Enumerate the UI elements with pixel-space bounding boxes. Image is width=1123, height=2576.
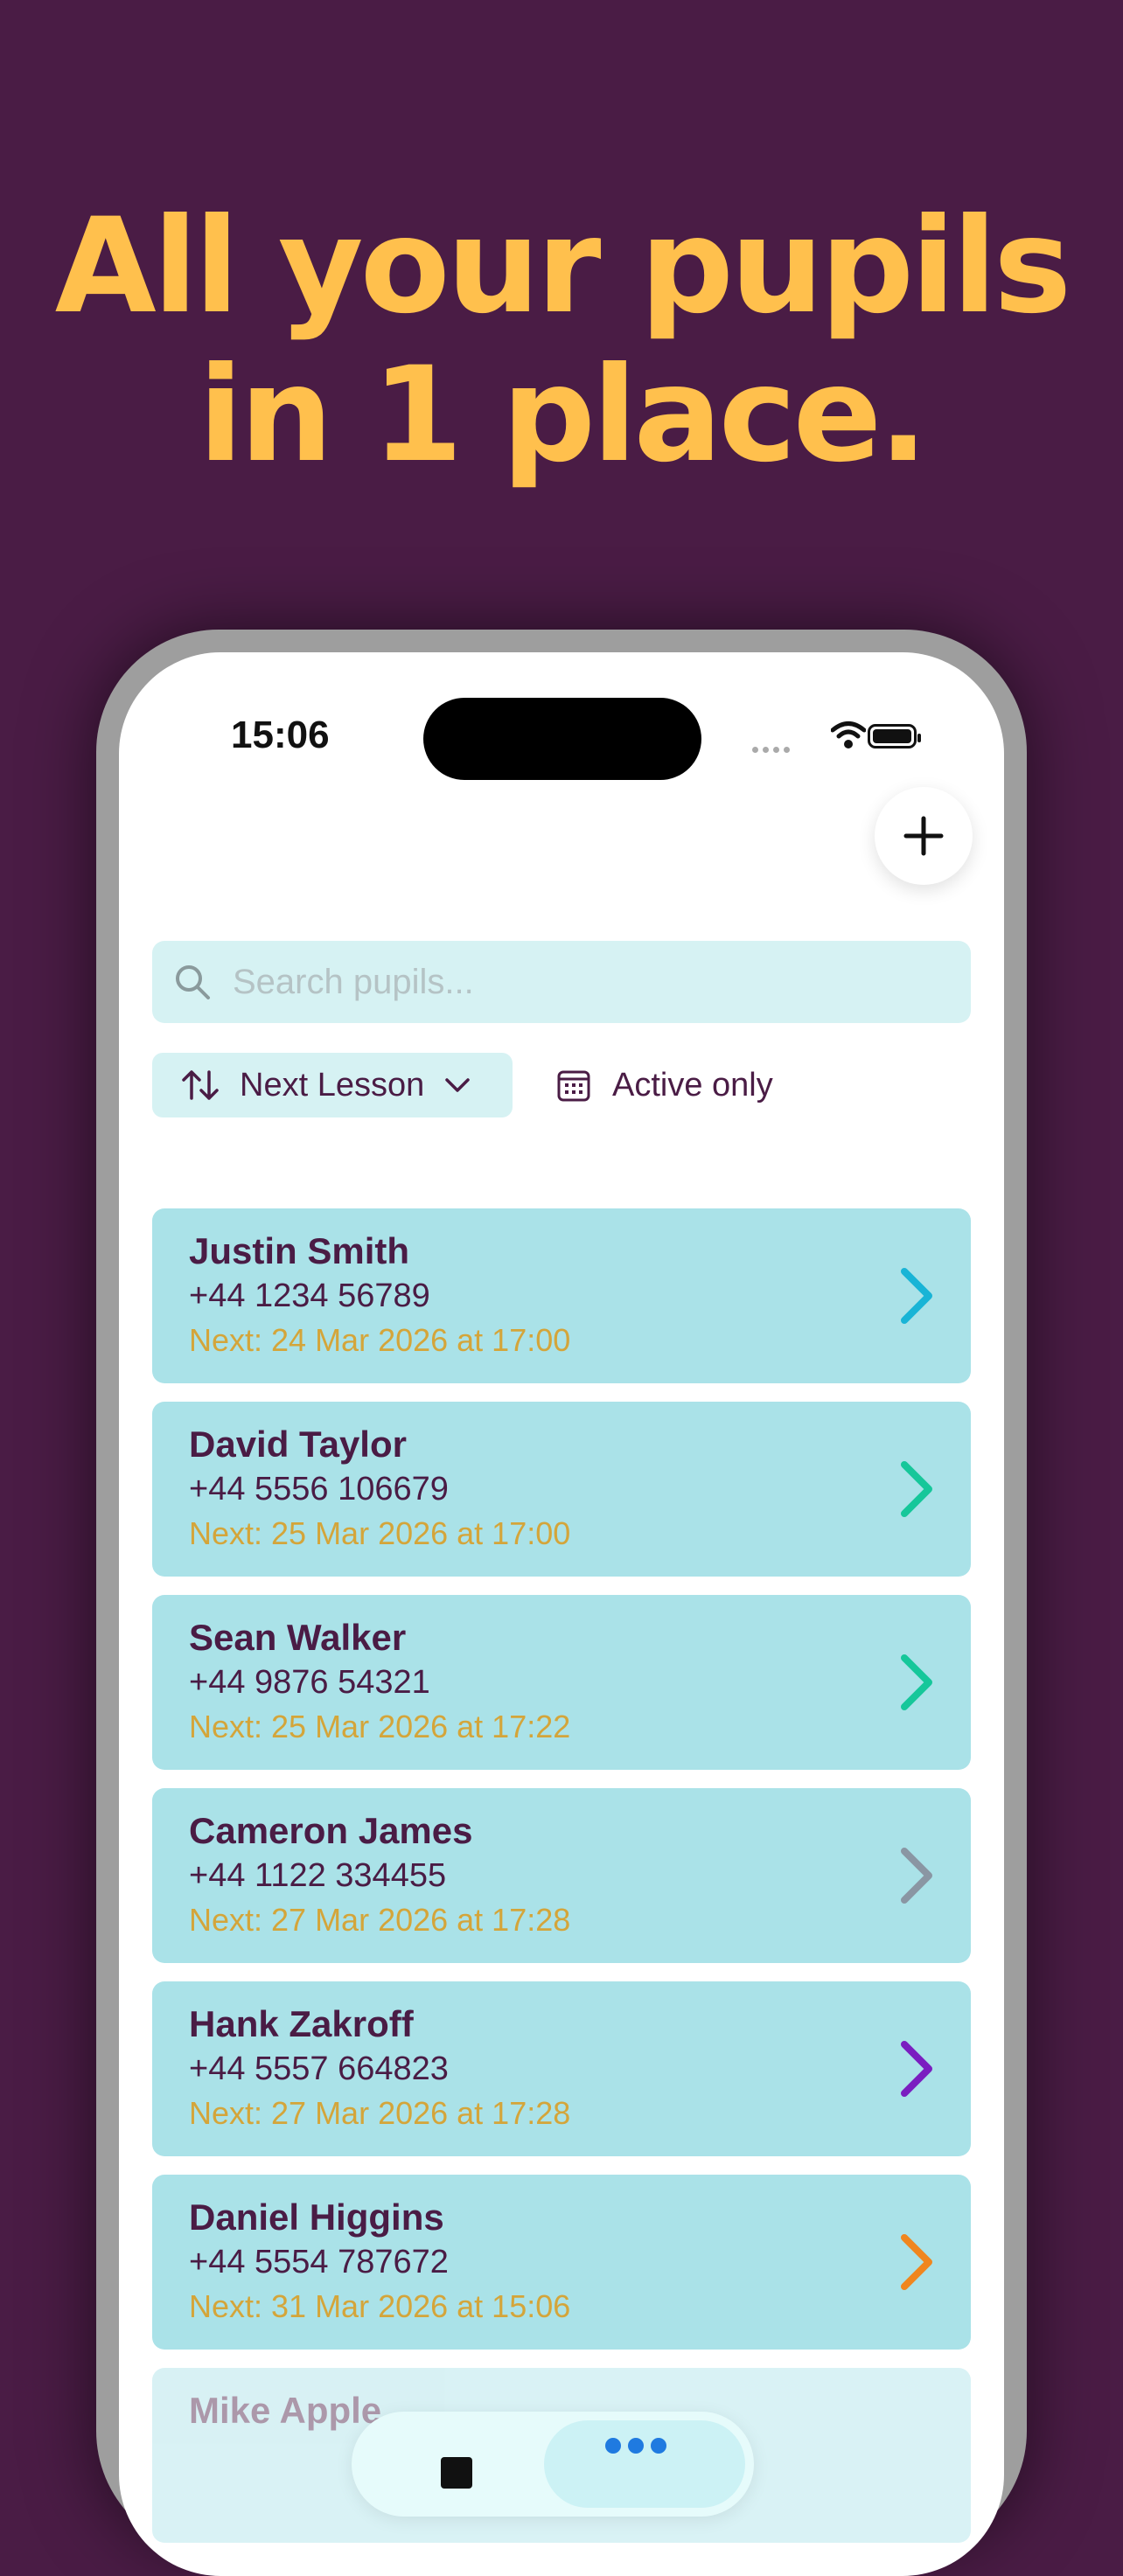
status-icons bbox=[752, 721, 927, 753]
tab-pupils[interactable] bbox=[544, 2420, 745, 2508]
pupil-phone: +44 5556 106679 bbox=[189, 1471, 449, 1507]
pupil-phone: +44 1234 56789 bbox=[189, 1278, 430, 1314]
pupil-next-lesson: Next: 27 Mar 2026 at 17:28 bbox=[189, 2095, 571, 2131]
pupil-card[interactable]: David Taylor +44 5556 106679 Next: 25 Ma… bbox=[152, 1402, 971, 1577]
sort-dropdown[interactable]: Next Lesson bbox=[152, 1053, 513, 1117]
chevron-right-icon bbox=[901, 1654, 932, 1710]
filter-label: Active only bbox=[612, 1066, 773, 1104]
phone-frame: 15:06 Search pupils... Next Lesson Activ… bbox=[96, 630, 1027, 2576]
pupil-name: Hank Zakroff bbox=[189, 2003, 414, 2044]
chevron-down-icon bbox=[445, 1078, 470, 1092]
pupil-next-lesson: Next: 25 Mar 2026 at 17:22 bbox=[189, 1709, 571, 1744]
pupil-name: Daniel Higgins bbox=[189, 2197, 444, 2238]
chevron-right-icon bbox=[901, 2041, 932, 2097]
search-bar[interactable] bbox=[152, 941, 971, 1023]
battery-icon bbox=[868, 724, 921, 748]
pupil-card[interactable]: Cameron James +44 1122 334455 Next: 27 M… bbox=[152, 1788, 971, 1963]
add-pupil-button[interactable] bbox=[875, 787, 973, 885]
sort-label: Next Lesson bbox=[240, 1066, 425, 1104]
pupil-list: Justin Smith +44 1234 56789 Next: 24 Mar… bbox=[152, 1208, 971, 2561]
chevron-right-icon bbox=[901, 2234, 932, 2290]
tab-bar bbox=[352, 2412, 754, 2517]
signal-icon bbox=[752, 741, 794, 757]
pupil-name: David Taylor bbox=[189, 1424, 407, 1465]
plus-icon bbox=[903, 816, 944, 856]
chevron-right-icon bbox=[901, 1461, 932, 1517]
headline-line-2: in 1 place. bbox=[198, 339, 929, 491]
pupil-card[interactable]: Daniel Higgins +44 5554 787672 Next: 31 … bbox=[152, 2175, 971, 2350]
pupil-next-lesson: Next: 25 Mar 2026 at 17:00 bbox=[189, 1515, 571, 1551]
phone-screen: 15:06 Search pupils... Next Lesson Activ… bbox=[119, 652, 1004, 2576]
active-only-filter[interactable]: Active only bbox=[556, 1053, 773, 1117]
pupil-phone: +44 9876 54321 bbox=[189, 1664, 430, 1701]
search-input[interactable] bbox=[231, 961, 917, 1003]
calendar-icon bbox=[557, 1070, 590, 1102]
chevron-right-icon bbox=[901, 1848, 932, 1904]
people-icon bbox=[605, 2438, 673, 2458]
pupil-next-lesson: Next: 31 Mar 2026 at 15:06 bbox=[189, 2288, 571, 2324]
pupil-phone: +44 5557 664823 bbox=[189, 2050, 449, 2087]
pupil-phone: +44 5554 787672 bbox=[189, 2244, 449, 2280]
search-icon bbox=[176, 965, 210, 999]
pupil-next-lesson: Next: 24 Mar 2026 at 17:00 bbox=[189, 1322, 571, 1358]
pupil-name: Sean Walker bbox=[189, 1617, 407, 1658]
tab-icon[interactable] bbox=[430, 2438, 483, 2490]
pupil-next-lesson: Next: 27 Mar 2026 at 17:28 bbox=[189, 1902, 571, 1938]
pupil-card[interactable]: Hank Zakroff +44 5557 664823 Next: 27 Ma… bbox=[152, 1981, 971, 2156]
pupil-name: Cameron James bbox=[189, 1810, 473, 1851]
pupil-card[interactable]: Sean Walker +44 9876 54321 Next: 25 Mar … bbox=[152, 1595, 971, 1770]
chevron-right-icon bbox=[901, 1268, 932, 1324]
pupil-card[interactable]: Justin Smith +44 1234 56789 Next: 24 Mar… bbox=[152, 1208, 971, 1383]
pupil-name: Justin Smith bbox=[189, 1230, 410, 1271]
pupil-phone: +44 1122 334455 bbox=[189, 1857, 447, 1894]
status-time: 15:06 bbox=[231, 714, 330, 756]
wifi-icon bbox=[831, 721, 866, 748]
sort-arrows-icon bbox=[182, 1070, 219, 1100]
dynamic-island bbox=[423, 698, 701, 780]
headline: All your pupils in 1 place. bbox=[0, 192, 1123, 490]
headline-line-1: All your pupils bbox=[54, 191, 1072, 343]
